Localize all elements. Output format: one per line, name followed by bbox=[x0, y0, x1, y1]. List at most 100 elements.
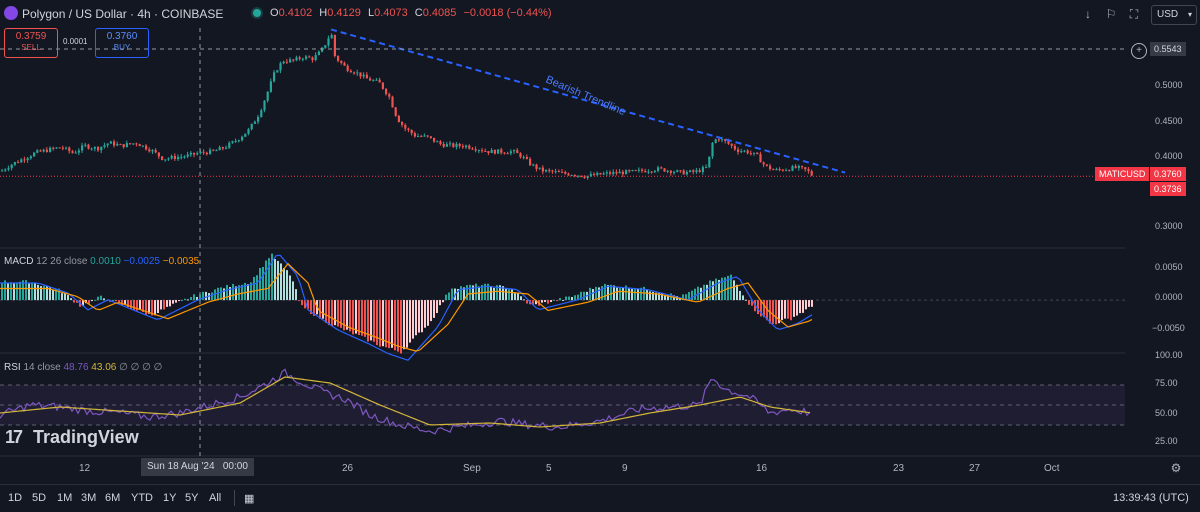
candle bbox=[647, 171, 650, 173]
candle bbox=[263, 100, 266, 111]
range-ytd[interactable]: YTD bbox=[131, 492, 153, 504]
candle bbox=[397, 115, 400, 123]
candle bbox=[359, 72, 362, 77]
candle bbox=[404, 124, 407, 129]
candle bbox=[775, 169, 778, 171]
macd-legend[interactable]: MACD 12 26 close 0.0010 −0.0025 −0.0035 bbox=[4, 256, 199, 267]
macd-bar bbox=[64, 293, 66, 301]
candle bbox=[708, 156, 711, 168]
macd-bar bbox=[691, 290, 693, 301]
polygon-logo-icon bbox=[4, 6, 18, 20]
candle bbox=[644, 170, 647, 173]
macd-bar bbox=[460, 286, 462, 301]
candle bbox=[727, 140, 730, 144]
spread-value: 0.0001 bbox=[63, 37, 88, 46]
clock[interactable]: 13:39:43 (UTC) bbox=[1113, 492, 1189, 504]
range-3m[interactable]: 3M bbox=[81, 492, 96, 504]
candle bbox=[292, 59, 295, 61]
candle bbox=[685, 171, 688, 175]
range-1m[interactable]: 1M bbox=[57, 492, 72, 504]
macd-bar bbox=[787, 300, 789, 319]
macd-bar bbox=[70, 298, 72, 301]
candle bbox=[343, 62, 346, 66]
tradingview-logo-icon: 17 bbox=[5, 427, 23, 447]
candle bbox=[202, 151, 205, 153]
candle bbox=[68, 147, 71, 152]
macd-bar bbox=[703, 284, 705, 301]
candle bbox=[282, 61, 285, 64]
macd-bar bbox=[277, 260, 279, 301]
rsi-band bbox=[0, 385, 1125, 425]
range-all[interactable]: All bbox=[209, 492, 221, 504]
candle bbox=[209, 149, 212, 155]
flag-icon[interactable]: ⚐ bbox=[1103, 6, 1119, 22]
candle bbox=[311, 57, 314, 60]
candle bbox=[148, 149, 151, 152]
candle bbox=[295, 57, 298, 61]
candle bbox=[551, 170, 554, 172]
macd-bar bbox=[442, 300, 444, 303]
bottom-toolbar: 1D 5D 1M 3M 6M YTD 1Y 5Y All ▦ 13:39:43 … bbox=[0, 484, 1200, 512]
range-5y[interactable]: 5Y bbox=[185, 492, 198, 504]
symbol-title[interactable]: Polygon / US Dollar · 4h · COINBASE bbox=[22, 7, 223, 21]
candle bbox=[340, 60, 343, 63]
macd-bar bbox=[295, 289, 297, 301]
range-5d[interactable]: 5D bbox=[32, 492, 46, 504]
fullscreen-icon[interactable]: ⛶ bbox=[1126, 6, 1142, 22]
macd-bar bbox=[556, 300, 558, 302]
candle bbox=[548, 169, 551, 171]
macd-bar bbox=[160, 300, 162, 310]
macd-bar bbox=[421, 300, 423, 333]
candle bbox=[682, 170, 685, 175]
candle bbox=[573, 175, 576, 177]
candle bbox=[285, 61, 288, 63]
candle bbox=[141, 145, 144, 147]
candle bbox=[653, 170, 656, 172]
candle bbox=[183, 156, 186, 158]
settings-gear-icon[interactable]: ⚙ bbox=[1168, 460, 1184, 476]
candle bbox=[385, 88, 388, 95]
add-alert-icon[interactable]: + bbox=[1131, 43, 1147, 59]
macd-bar bbox=[115, 300, 117, 302]
macd-bar bbox=[559, 298, 561, 301]
macd-bar bbox=[133, 300, 135, 311]
macd-bar bbox=[361, 300, 363, 336]
candle bbox=[84, 144, 87, 146]
macd-bar bbox=[205, 291, 207, 301]
currency-select[interactable]: USD ▾ bbox=[1151, 5, 1197, 25]
macd-bar bbox=[256, 275, 258, 301]
candle bbox=[189, 152, 192, 155]
candle bbox=[407, 128, 410, 131]
candle bbox=[493, 149, 496, 154]
candle bbox=[743, 150, 746, 152]
range-1d[interactable]: 1D bbox=[8, 492, 22, 504]
macd-bar bbox=[508, 288, 510, 301]
candle bbox=[26, 158, 29, 161]
market-status-icon[interactable] bbox=[253, 9, 261, 17]
macd-bar bbox=[253, 276, 255, 301]
arrow-down-icon[interactable]: ↓ bbox=[1080, 6, 1096, 22]
macd-bar bbox=[415, 300, 417, 336]
macd-bar bbox=[571, 296, 573, 301]
candle bbox=[413, 133, 416, 137]
buy-button[interactable]: 0.3760 BUY bbox=[95, 28, 149, 58]
sell-button[interactable]: 0.3759 SELL bbox=[4, 28, 58, 58]
candle bbox=[10, 164, 13, 169]
rsi-legend[interactable]: RSI 14 close 48.76 43.06 ∅ ∅ ∅ ∅ bbox=[4, 362, 162, 373]
calendar-icon[interactable]: ▦ bbox=[244, 492, 254, 505]
candle bbox=[621, 171, 624, 175]
macd-bar bbox=[427, 300, 429, 326]
range-6m[interactable]: 6M bbox=[105, 492, 120, 504]
candle bbox=[519, 153, 522, 158]
macd-bar bbox=[397, 300, 399, 352]
candle bbox=[641, 169, 644, 171]
candle bbox=[423, 135, 426, 137]
candle bbox=[273, 72, 276, 82]
candle bbox=[218, 147, 221, 151]
macd-bar bbox=[799, 300, 801, 314]
macd-bar bbox=[790, 300, 792, 321]
candle bbox=[145, 145, 148, 150]
candle bbox=[314, 55, 317, 60]
range-1y[interactable]: 1Y bbox=[163, 492, 176, 504]
candle bbox=[71, 151, 74, 153]
